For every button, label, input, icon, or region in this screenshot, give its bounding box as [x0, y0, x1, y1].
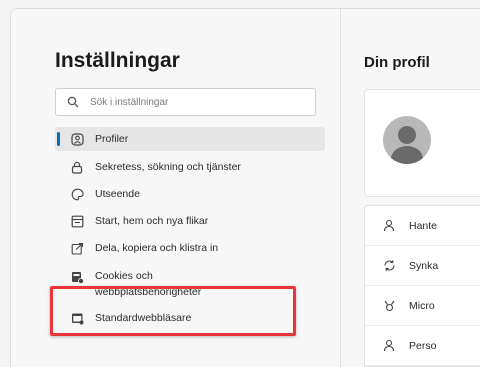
profile-icon: [69, 131, 85, 147]
sidebar-item-start-home[interactable]: Start, hem och nya flikar: [55, 209, 325, 233]
lock-icon: [69, 159, 85, 175]
profile-option-rewards[interactable]: Micro: [365, 286, 480, 326]
sidebar-item-label: Sekretess, sökning och tjänster: [95, 161, 241, 173]
profile-option-label: Micro: [409, 299, 435, 312]
appearance-icon: [69, 186, 85, 202]
person-icon: [381, 218, 397, 234]
start-tab-icon: [69, 213, 85, 229]
sidebar-item-profiles[interactable]: Profiler: [55, 127, 325, 151]
sidebar-item-label: Start, hem och nya flikar: [95, 215, 209, 227]
sync-icon: [381, 258, 397, 274]
search-input[interactable]: Sök i inställningar: [55, 88, 316, 116]
profile-panel: Din profil Hante Synka Micro Perso: [342, 9, 480, 367]
profile-option-personal[interactable]: Perso: [365, 326, 480, 366]
search-icon: [66, 95, 80, 109]
avatar[interactable]: [383, 116, 431, 164]
avatar-body: [391, 146, 423, 164]
sidebar-item-label: Utseende: [95, 188, 140, 200]
cookies-label-line1: Cookies och: [95, 270, 153, 282]
sidebar-item-share[interactable]: Dela, kopiera och klistra in: [55, 236, 325, 260]
share-icon: [69, 240, 85, 256]
profile-option-label: Perso: [409, 339, 437, 352]
profile-option-manage[interactable]: Hante: [365, 206, 480, 246]
profile-option-label: Synka: [409, 259, 439, 272]
profile-card: [364, 89, 480, 197]
page-title: Inställningar: [55, 49, 180, 72]
avatar-head: [398, 126, 416, 144]
cookies-icon: [69, 269, 85, 285]
sidebar-item-appearance[interactable]: Utseende: [55, 182, 325, 206]
search-placeholder: Sök i inställningar: [90, 96, 169, 108]
rewards-icon: [381, 298, 397, 314]
section-title: Din profil: [364, 54, 430, 71]
person-icon: [381, 338, 397, 354]
sidebar-item-label: Dela, kopiera och klistra in: [95, 242, 219, 254]
profile-option-sync[interactable]: Synka: [365, 246, 480, 286]
profile-options-list: Hante Synka Micro Perso: [364, 205, 480, 367]
sidebar-item-privacy[interactable]: Sekretess, sökning och tjänster: [55, 155, 325, 179]
highlight-box: [50, 286, 296, 336]
sidebar-item-label: Profiler: [95, 133, 129, 145]
profile-option-label: Hante: [409, 219, 438, 232]
